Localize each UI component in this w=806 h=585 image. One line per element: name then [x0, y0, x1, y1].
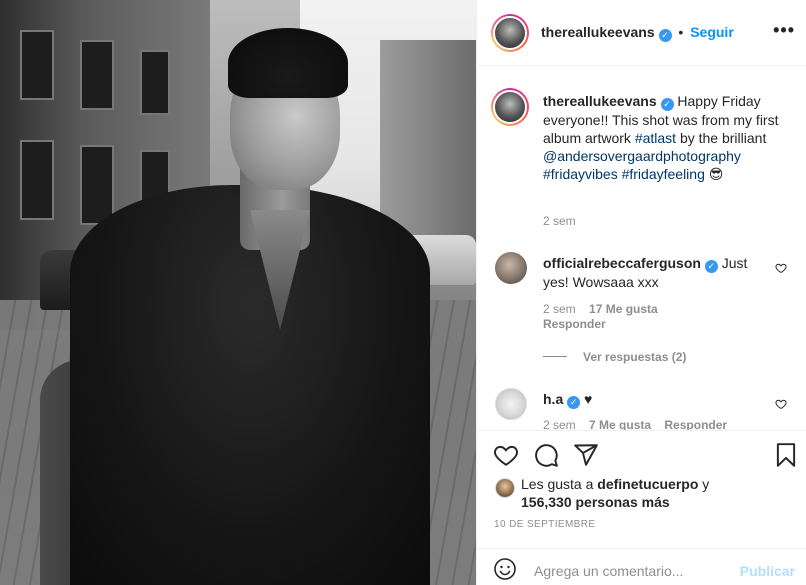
follow-button[interactable]: Seguir [690, 24, 734, 40]
likes-count[interactable]: 156,330 personas más [521, 494, 670, 510]
hashtag-link[interactable]: #atlast [635, 130, 676, 146]
likes-prefix: Les gusta a [521, 476, 594, 492]
post-sidebar: thereallukeevans ✓ • Seguir ••• thereall… [476, 0, 806, 585]
reply-button[interactable]: Responder [543, 317, 606, 331]
commenter-avatar[interactable] [495, 388, 527, 420]
more-icon[interactable]: ••• [773, 20, 795, 41]
comment-body: h.a ✓ ♥ [543, 390, 763, 409]
publish-button[interactable]: Publicar [740, 563, 795, 579]
emoji: 😎 [708, 166, 724, 182]
comment-likes[interactable]: 7 Me gusta [589, 418, 651, 430]
add-comment-bar: Agrega un comentario... Publicar [477, 548, 806, 585]
comment-like-icon[interactable] [775, 398, 787, 410]
comment-username[interactable]: officialrebeccaferguson [543, 255, 701, 271]
emoji-icon[interactable] [493, 557, 517, 581]
comment-text: ♥ [584, 391, 593, 407]
mention-link[interactable]: @andersovergaardphotography [543, 148, 741, 164]
comments-section[interactable]: thereallukeevans ✓ Happy Friday everyone… [477, 66, 806, 430]
comment-username[interactable]: h.a [543, 391, 563, 407]
avatar-image [493, 16, 527, 50]
post-date[interactable]: 10 DE SEPTIEMBRE [494, 519, 595, 530]
header-user-row: thereallukeevans ✓ • Seguir [541, 24, 734, 42]
likes-conj: y [702, 476, 710, 492]
caption-avatar[interactable] [491, 88, 529, 126]
avatar-image [493, 90, 527, 124]
hashtag-link[interactable]: #fridayvibes [543, 166, 618, 182]
bookmark-icon[interactable] [773, 442, 799, 468]
header-username[interactable]: thereallukeevans [541, 24, 655, 40]
photo-window [140, 50, 170, 115]
caption-text: by the brilliant [676, 130, 767, 146]
comment-time[interactable]: 2 sem [543, 302, 576, 316]
liker-avatar[interactable] [495, 478, 515, 498]
likes-summary: Les gusta a definetucuerpo y 156,330 per… [521, 475, 709, 511]
caption: thereallukeevans ✓ Happy Friday everyone… [543, 92, 793, 183]
photo-window [20, 140, 54, 220]
comment-like-icon[interactable] [775, 262, 787, 274]
separator-dot: • [678, 24, 684, 40]
verified-icon: ✓ [660, 98, 674, 111]
liker-username[interactable]: definetucuerpo [597, 476, 698, 492]
comment-likes[interactable]: 17 Me gusta [589, 302, 658, 316]
avatar[interactable] [491, 14, 529, 52]
caption-time[interactable]: 2 sem [543, 214, 576, 228]
photo-window [20, 30, 54, 100]
post-actions: Les gusta a definetucuerpo y 156,330 per… [477, 430, 806, 548]
comment-body: officialrebeccaferguson ✓ Just yes! Wows… [543, 254, 763, 291]
comment-meta: 2 sem 7 Me gusta Responder [543, 418, 727, 430]
caption-username[interactable]: thereallukeevans [543, 93, 657, 109]
comment-time[interactable]: 2 sem [543, 418, 576, 430]
commenter-avatar[interactable] [495, 252, 527, 284]
verified-icon: ✓ [567, 396, 581, 409]
verified-icon: ✓ [704, 260, 718, 273]
post-header: thereallukeevans ✓ • Seguir ••• [477, 0, 806, 66]
photo-window [80, 40, 114, 110]
reply-button[interactable]: Responder [664, 418, 727, 430]
comment-icon[interactable] [533, 442, 559, 468]
heart-icon[interactable] [493, 442, 519, 468]
share-icon[interactable] [573, 442, 599, 468]
verified-icon: ✓ [658, 29, 672, 42]
photo-window [80, 145, 114, 225]
view-replies-button[interactable]: Ver respuestas (2) [583, 350, 686, 364]
comment-input[interactable]: Agrega un comentario... [534, 563, 683, 579]
photo-man-hair [228, 28, 348, 98]
view-replies-line [543, 356, 567, 357]
comment-meta: 2 sem 17 Me gusta [543, 302, 658, 316]
post-photo[interactable] [0, 0, 476, 585]
hashtag-link[interactable]: #fridayfeeling [622, 166, 705, 182]
